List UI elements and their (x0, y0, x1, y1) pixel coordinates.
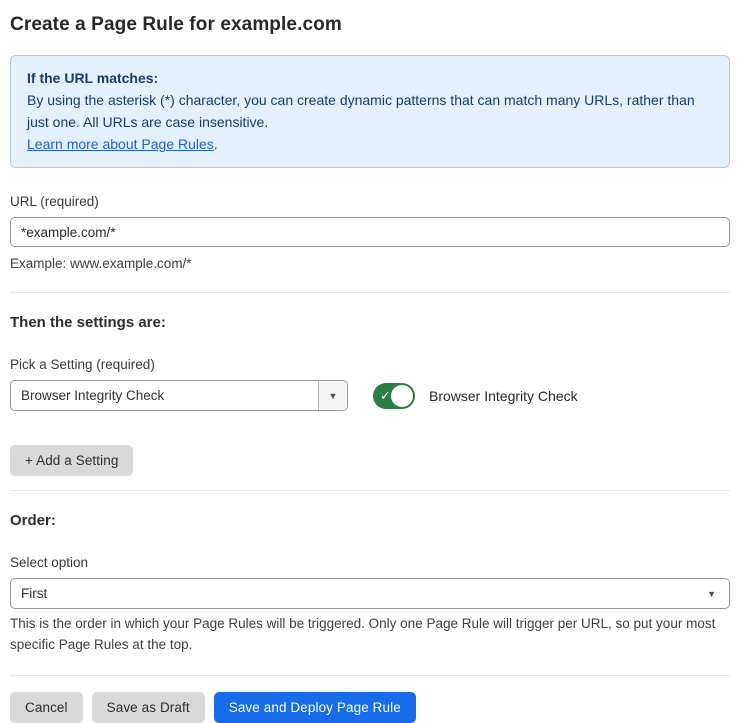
link-suffix: . (214, 136, 218, 152)
toggle-knob (391, 385, 413, 407)
url-example-helper: Example: www.example.com/* (10, 254, 730, 275)
divider (10, 490, 730, 491)
url-match-info-box: If the URL matches: By using the asteris… (10, 55, 730, 168)
divider (10, 675, 730, 676)
url-field-label: URL (required) (10, 194, 730, 209)
chevron-down-icon: ▼ (329, 391, 338, 401)
toggle-label: Browser Integrity Check (429, 388, 578, 404)
setting-row: Browser Integrity Check ▼ ✓ Browser Inte… (10, 380, 730, 411)
url-input[interactable] (10, 217, 730, 247)
order-select-value: First (21, 586, 47, 601)
save-as-draft-button[interactable]: Save as Draft (92, 692, 205, 723)
setting-select-arrow-button[interactable]: ▼ (318, 381, 347, 410)
order-helper-text: This is the order in which your Page Rul… (10, 614, 730, 656)
page-rule-form: Create a Page Rule for example.com If th… (0, 0, 750, 723)
toggle-check-icon: ✓ (380, 389, 391, 402)
learn-more-link[interactable]: Learn more about Page Rules (27, 136, 214, 152)
order-section-heading: Order: (10, 512, 730, 529)
page-title: Create a Page Rule for example.com (10, 14, 730, 36)
add-setting-button[interactable]: + Add a Setting (10, 445, 133, 476)
info-box-link-line: Learn more about Page Rules. (27, 133, 713, 155)
info-box-body: By using the asterisk (*) character, you… (27, 89, 713, 133)
order-select-label: Select option (10, 555, 730, 570)
info-box-heading: If the URL matches: (27, 67, 713, 89)
setting-picker-label: Pick a Setting (required) (10, 357, 730, 372)
browser-integrity-toggle[interactable]: ✓ (373, 383, 415, 409)
settings-section-heading: Then the settings are: (10, 314, 730, 331)
cancel-button[interactable]: Cancel (10, 692, 83, 723)
chevron-down-icon: ▼ (707, 589, 716, 599)
order-select[interactable]: First ▼ (10, 578, 730, 609)
save-and-deploy-button[interactable]: Save and Deploy Page Rule (214, 692, 416, 723)
setting-select[interactable]: Browser Integrity Check ▼ (10, 380, 348, 411)
setting-select-value: Browser Integrity Check (11, 381, 318, 410)
divider (10, 292, 730, 293)
footer-actions: Cancel Save as Draft Save and Deploy Pag… (10, 692, 730, 723)
